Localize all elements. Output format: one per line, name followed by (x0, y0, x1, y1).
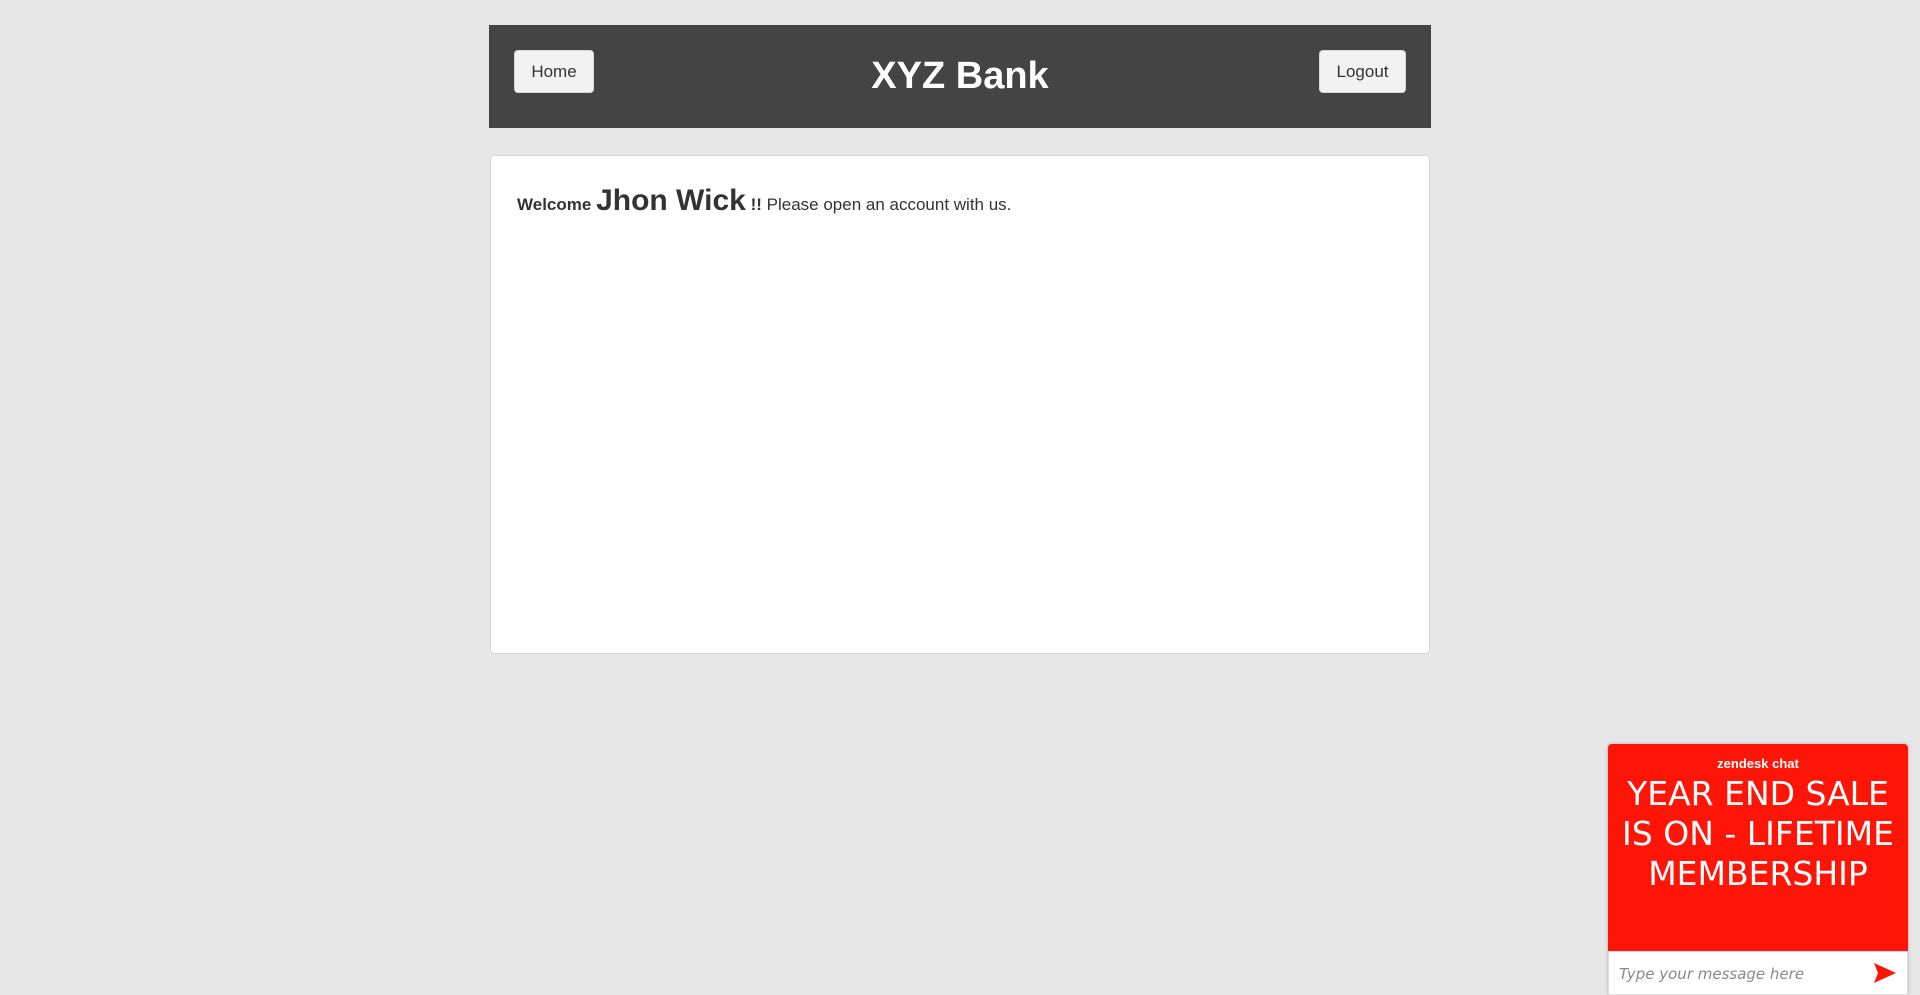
welcome-instruction: Please open an account with us. (766, 195, 1012, 214)
app-header: Home XYZ Bank Logout (489, 25, 1431, 128)
chat-promo-banner: YEAR END SALE IS ON - LIFETIME MEMBERSHI… (1622, 774, 1894, 893)
chat-widget: zendesk chat YEAR END SALE IS ON - LIFET… (1608, 744, 1908, 995)
main-panel: Welcome Jhon Wick !! Please open an acco… (490, 155, 1430, 654)
page-title: XYZ Bank (871, 55, 1049, 97)
welcome-message: Welcome Jhon Wick !! Please open an acco… (517, 184, 1011, 218)
send-arrow-icon[interactable] (1873, 962, 1897, 984)
logout-button[interactable]: Logout (1319, 50, 1406, 93)
user-name: Jhon Wick (596, 184, 746, 217)
chat-header[interactable]: zendesk chat YEAR END SALE IS ON - LIFET… (1608, 744, 1908, 951)
welcome-exclamation: !! (750, 195, 762, 214)
chat-brand-label: zendesk chat (1717, 756, 1799, 771)
welcome-label: Welcome (517, 195, 592, 214)
chat-message-input[interactable] (1617, 958, 1861, 990)
chat-input-row (1608, 951, 1908, 995)
